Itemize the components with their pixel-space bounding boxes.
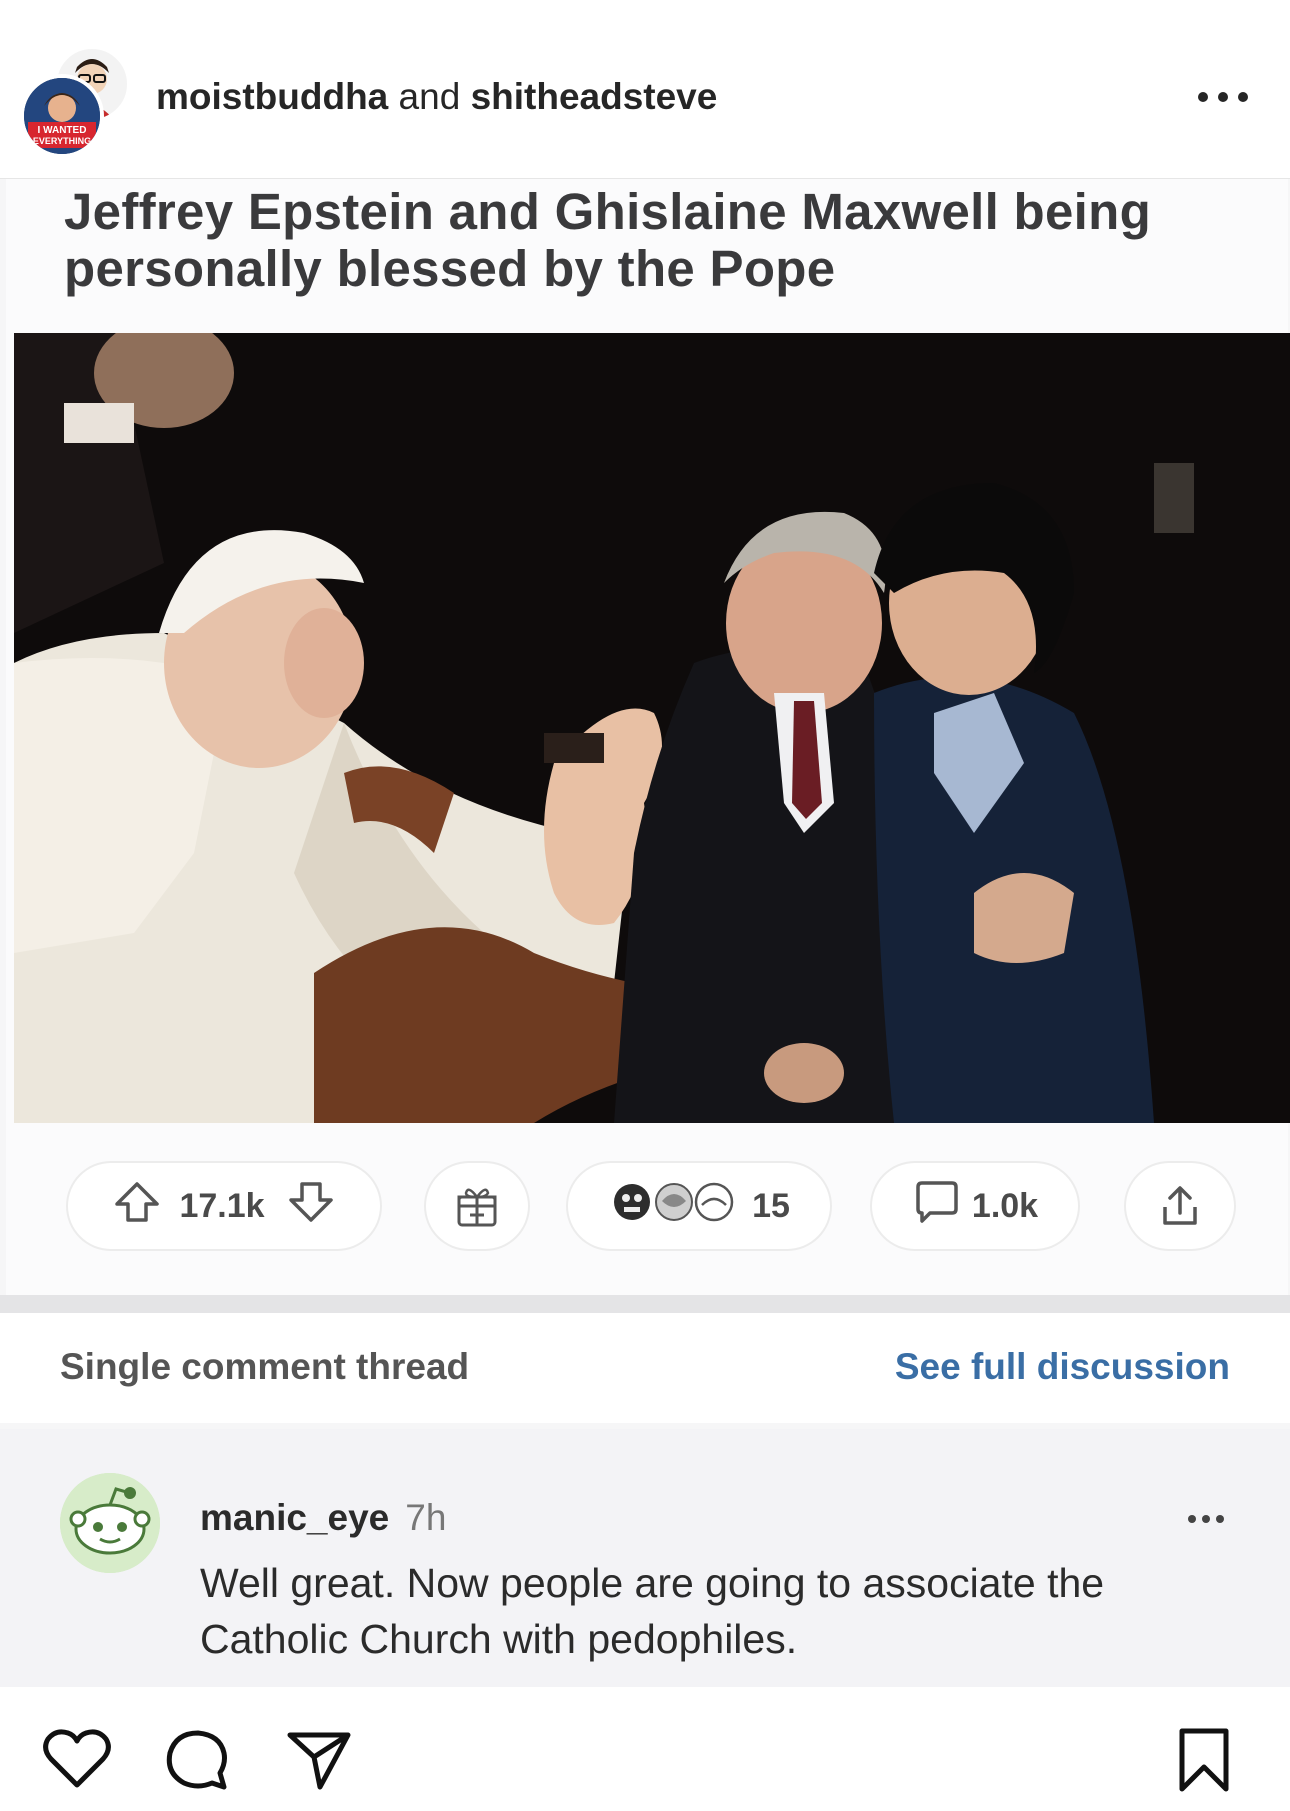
comment: manic_eye 7h Well great. Now people are g…	[0, 1429, 1290, 1687]
comment-count: 1.0k	[971, 1186, 1039, 1225]
authors-joiner: and	[388, 76, 471, 117]
avatar-front[interactable]: I WANTED EVERYTHING	[20, 74, 104, 158]
send-icon[interactable]	[286, 1727, 352, 1798]
comment-author: manic_eye 7h	[200, 1497, 446, 1539]
more-horizontal-icon[interactable]	[1188, 1515, 1228, 1525]
bookmark-icon[interactable]	[1176, 1727, 1232, 1798]
post-footer-actions	[0, 1687, 1290, 1811]
post-photo	[14, 333, 1290, 1123]
username-1[interactable]: moistbuddha	[156, 76, 388, 117]
username-2[interactable]: shitheadsteve	[471, 76, 718, 117]
avatar-badge-line1: I WANTED	[38, 125, 87, 136]
post-header: I WANTED EVERYTHING moistbuddha and shit…	[0, 0, 1290, 179]
post-image: Jeffrey Epstein and Ghislaine Maxwell be…	[0, 179, 1290, 1687]
post-authors: moistbuddha and shitheadsteve	[156, 76, 717, 118]
comment-time: 7h	[405, 1497, 447, 1538]
comments-pill[interactable]: 1.0k	[872, 1163, 1078, 1249]
avatar-badge-line2: EVERYTHING	[33, 136, 91, 146]
avatar[interactable]	[60, 1473, 160, 1573]
thread-bar: Single comment thread See full discussio…	[0, 1313, 1290, 1423]
avatar-stack[interactable]: I WANTED EVERYTHING	[20, 46, 130, 158]
single-thread-label: Single comment thread	[60, 1346, 470, 1387]
reddit-post-card: Jeffrey Epstein and Ghislaine Maxwell be…	[6, 179, 1290, 1299]
ig-comment-icon[interactable]	[164, 1727, 230, 1798]
more-horizontal-icon[interactable]	[1198, 92, 1248, 106]
arrow-up-icon[interactable]	[113, 1180, 161, 1233]
post-title: Jeffrey Epstein and Ghislaine Maxwell be…	[64, 183, 1152, 297]
post-actions: 17.1k 15 1.0k	[6, 1163, 1290, 1263]
vote-pill: 17.1k	[68, 1163, 380, 1249]
awards-pill[interactable]: 15	[568, 1163, 830, 1249]
section-divider	[0, 1295, 1290, 1313]
award-icons	[608, 1179, 744, 1234]
heart-icon[interactable]	[42, 1727, 112, 1796]
gift-icon[interactable]	[426, 1163, 528, 1249]
upvote-count: 17.1k	[179, 1186, 265, 1225]
comment-text: Well great. Now people are going to asso…	[200, 1560, 1105, 1662]
comment-bubble-icon	[912, 1179, 962, 1234]
awards-count: 15	[752, 1186, 790, 1225]
share-icon[interactable]	[1126, 1163, 1234, 1249]
see-full-discussion-link[interactable]: See full discussion	[895, 1346, 1230, 1388]
comment-username[interactable]: manic_eye	[200, 1497, 389, 1538]
arrow-down-icon[interactable]	[287, 1180, 335, 1233]
